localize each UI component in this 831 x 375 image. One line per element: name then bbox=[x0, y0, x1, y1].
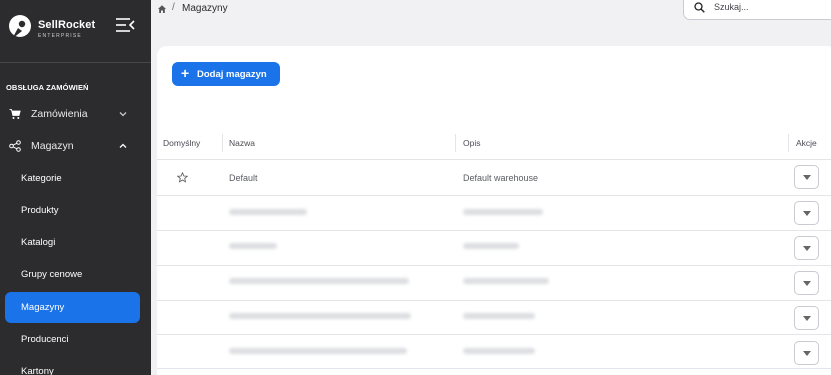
sidebar-subitem-grupy-cenowe[interactable]: Grupy cenowe bbox=[5, 259, 140, 290]
brand-subtitle: ENTERPRISE bbox=[38, 33, 82, 39]
sidebar-subitem-label: Katalogi bbox=[21, 237, 56, 248]
breadcrumb-separator: / bbox=[172, 2, 175, 13]
row-actions-dropdown[interactable] bbox=[794, 236, 819, 260]
caret-down-icon bbox=[803, 211, 811, 216]
sidebar-subitem-label: Magazyny bbox=[21, 302, 65, 313]
blurred-description bbox=[463, 278, 549, 284]
row-actions-dropdown[interactable] bbox=[794, 201, 819, 225]
sidebar-item-label: Magazyn bbox=[31, 140, 74, 152]
column-header-description[interactable]: Opis bbox=[463, 138, 480, 148]
home-icon[interactable] bbox=[157, 4, 167, 14]
cart-icon bbox=[9, 109, 21, 119]
blurred-name bbox=[229, 278, 409, 284]
blurred-description bbox=[463, 243, 519, 249]
table-row-divider bbox=[157, 230, 831, 231]
topbar: / Magazyny Szukaj... bbox=[151, 0, 831, 22]
sidebar-item-label: Zamówienia bbox=[31, 108, 88, 120]
breadcrumb-current: Magazyny bbox=[182, 3, 228, 14]
column-divider bbox=[222, 134, 223, 152]
brand-name: SellRocket bbox=[38, 19, 96, 31]
blurred-name bbox=[229, 243, 277, 249]
table-row-divider bbox=[157, 334, 831, 335]
column-divider bbox=[788, 134, 789, 152]
sidebar: SellRocket ENTERPRISE OBSŁUGA ZAMÓWIEŃ Z… bbox=[0, 0, 151, 375]
table-cell-description: Default warehouse bbox=[463, 173, 539, 183]
column-header-default[interactable]: Domyślny bbox=[163, 138, 200, 148]
search-icon bbox=[694, 2, 705, 13]
table-row-divider bbox=[157, 300, 831, 301]
sidebar-subitem-magazyny[interactable]: Magazyny bbox=[5, 292, 140, 323]
table-row-divider bbox=[157, 368, 831, 369]
sidebar-item-zamowienia[interactable]: Zamówienia bbox=[0, 99, 151, 129]
sidebar-divider bbox=[0, 62, 151, 63]
caret-down-icon bbox=[803, 281, 811, 286]
column-header-actions: Akcje bbox=[796, 138, 817, 148]
table-row-divider bbox=[157, 265, 831, 266]
sidebar-subitem-kartony[interactable]: Kartony bbox=[5, 356, 140, 375]
sidebar-subitem-katalogi[interactable]: Katalogi bbox=[5, 227, 140, 258]
column-header-name[interactable]: Nazwa bbox=[229, 138, 255, 148]
blurred-description bbox=[463, 209, 543, 215]
table-header-divider bbox=[157, 159, 831, 160]
sidebar-subitem-label: Produkty bbox=[21, 205, 59, 216]
sidebar-subitem-kategorie[interactable]: Kategorie bbox=[5, 163, 140, 194]
search-input[interactable]: Szukaj... bbox=[683, 0, 831, 20]
sidebar-subitem-label: Producenci bbox=[21, 334, 69, 345]
column-divider bbox=[455, 134, 456, 152]
blurred-name bbox=[229, 209, 307, 215]
blurred-description bbox=[463, 348, 535, 354]
blurred-name bbox=[229, 348, 407, 354]
caret-down-icon bbox=[803, 175, 811, 180]
row-actions-dropdown[interactable] bbox=[794, 341, 819, 365]
add-warehouse-button[interactable]: + Dodaj magazyn bbox=[172, 62, 280, 86]
sellrocket-logo-icon bbox=[9, 15, 31, 39]
sidebar-subitem-label: Kategorie bbox=[21, 173, 62, 184]
sidebar-subitem-label: Grupy cenowe bbox=[21, 269, 83, 280]
star-icon[interactable] bbox=[177, 172, 188, 183]
blurred-description bbox=[463, 313, 535, 319]
caret-down-icon bbox=[803, 316, 811, 321]
table-cell-name: Default bbox=[229, 173, 258, 183]
sidebar-item-magazyn[interactable]: Magazyn bbox=[0, 131, 151, 161]
chevron-down-icon bbox=[119, 112, 127, 117]
share-nodes-icon bbox=[9, 140, 21, 152]
sidebar-subitem-producenci[interactable]: Producenci bbox=[5, 324, 140, 355]
sidebar-subitem-produkty[interactable]: Produkty bbox=[5, 195, 140, 226]
row-actions-dropdown[interactable] bbox=[794, 306, 819, 330]
blurred-name bbox=[229, 313, 411, 319]
table-row-divider bbox=[157, 195, 831, 196]
plus-icon: + bbox=[181, 65, 190, 81]
collapse-menu-icon[interactable] bbox=[114, 14, 136, 36]
sidebar-section-title: OBSŁUGA ZAMÓWIEŃ bbox=[6, 83, 89, 92]
chevron-up-icon bbox=[119, 143, 127, 148]
caret-down-icon bbox=[803, 246, 811, 251]
sidebar-subitem-label: Kartony bbox=[21, 366, 54, 375]
row-actions-dropdown[interactable] bbox=[794, 165, 819, 189]
caret-down-icon bbox=[803, 351, 811, 356]
row-actions-dropdown[interactable] bbox=[794, 271, 819, 295]
search-placeholder: Szukaj... bbox=[714, 2, 749, 12]
add-warehouse-label: Dodaj magazyn bbox=[197, 69, 267, 80]
